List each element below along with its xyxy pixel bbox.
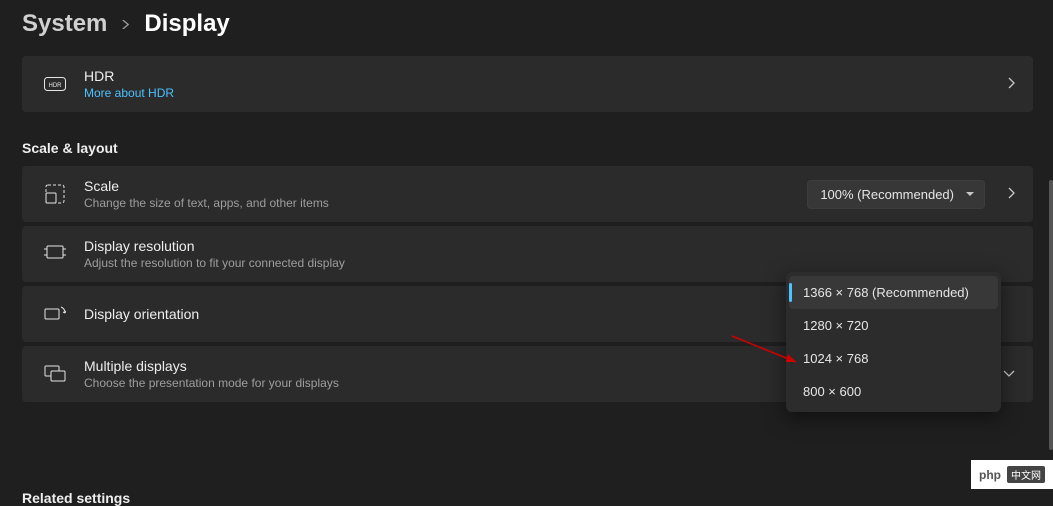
chevron-right-icon <box>121 16 130 32</box>
resolution-dropdown-list[interactable]: 1366 × 768 (Recommended) 1280 × 720 1024… <box>786 272 1001 412</box>
section-scale-layout: Scale & layout <box>22 140 1033 156</box>
chevron-down-icon <box>1003 367 1015 381</box>
scale-title: Scale <box>84 178 807 194</box>
chevron-right-icon <box>1007 187 1015 202</box>
scale-subtitle: Change the size of text, apps, and other… <box>84 196 807 210</box>
svg-text:HDR: HDR <box>49 83 63 89</box>
breadcrumb-current: Display <box>144 10 229 38</box>
resolution-option[interactable]: 800 × 600 <box>789 375 998 408</box>
resolution-title: Display resolution <box>84 238 1015 254</box>
scale-row[interactable]: Scale Change the size of text, apps, and… <box>22 166 1033 222</box>
hdr-row[interactable]: HDR HDR More about HDR <box>22 56 1033 112</box>
scale-dropdown[interactable]: 100% (Recommended) <box>807 180 985 209</box>
scrollbar[interactable] <box>1049 180 1053 450</box>
resolution-option[interactable]: 1366 × 768 (Recommended) <box>789 276 998 309</box>
scale-icon <box>40 184 70 204</box>
orientation-icon <box>40 305 70 323</box>
multiple-displays-icon <box>40 365 70 383</box>
hdr-more-link[interactable]: More about HDR <box>84 86 999 100</box>
breadcrumb: System Display <box>22 10 1033 38</box>
hdr-title: HDR <box>84 68 999 84</box>
resolution-option[interactable]: 1280 × 720 <box>789 309 998 342</box>
resolution-option[interactable]: 1024 × 768 <box>789 342 998 375</box>
watermark-brand: php <box>979 468 1001 482</box>
watermark: php 中文网 <box>971 460 1053 489</box>
resolution-icon <box>40 245 70 263</box>
chevron-right-icon <box>1007 77 1015 92</box>
watermark-cn: 中文网 <box>1007 466 1045 483</box>
hdr-icon: HDR <box>40 77 70 91</box>
breadcrumb-parent[interactable]: System <box>22 10 107 38</box>
resolution-subtitle: Adjust the resolution to fit your connec… <box>84 256 1015 270</box>
